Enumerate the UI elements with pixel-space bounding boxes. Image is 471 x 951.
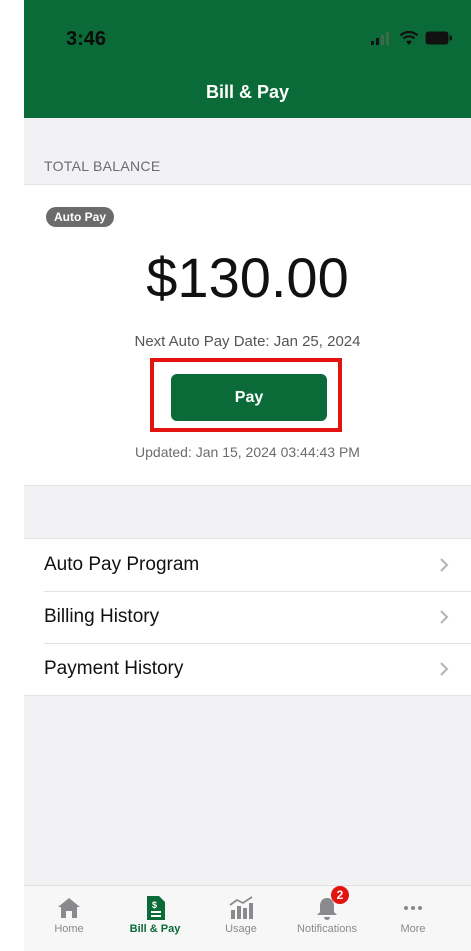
page: 3:46 Bill & Pay TOTAL BALANCE Auto Pay $… <box>0 0 471 951</box>
tab-label: Bill & Pay <box>129 923 181 935</box>
menu-item-label: Payment History <box>44 658 184 679</box>
menu-item-label: Auto Pay Program <box>44 554 200 575</box>
tab-label: Home <box>54 923 84 935</box>
page-title: Bill & Pay <box>205 82 290 102</box>
tab-label: More <box>400 923 426 935</box>
home-icon <box>58 898 80 918</box>
notifications-badge: 2 <box>331 886 349 904</box>
battery-icon <box>425 31 452 45</box>
menu-item-payment-history[interactable]: Payment History <box>24 643 471 695</box>
menu-item-label: Billing History <box>44 606 160 627</box>
menu-item-auto-pay-program[interactable]: Auto Pay Program <box>24 539 471 591</box>
more-icon <box>404 906 422 910</box>
app-header: 3:46 Bill & Pay <box>24 0 471 118</box>
updated-timestamp: Updated: Jan 15, 2024 03:44:43 PM <box>135 444 360 460</box>
status-icons <box>371 30 453 46</box>
tab-label: Notifications <box>297 923 357 935</box>
tab-bar: Home $ Bill & Pay Usage 2 Notifications … <box>24 885 471 951</box>
next-autopay-date: Next Auto Pay Date: Jan 25, 2024 <box>134 333 361 350</box>
svg-text:$: $ <box>152 900 157 910</box>
status-time: 3:46 <box>66 28 107 50</box>
tab-notifications[interactable]: 2 Notifications <box>284 886 370 951</box>
phone-screen: 3:46 Bill & Pay TOTAL BALANCE Auto Pay $… <box>24 0 471 951</box>
tab-home[interactable]: Home <box>26 886 112 951</box>
chevron-right-icon <box>440 662 449 676</box>
total-balance-label: TOTAL BALANCE <box>44 158 161 174</box>
chevron-right-icon <box>440 558 449 572</box>
tab-more[interactable]: More <box>370 886 456 951</box>
menu-item-billing-history[interactable]: Billing History <box>24 591 471 643</box>
bill-icon: $ <box>147 896 165 920</box>
menu-list: Auto Pay Program Billing History Payment… <box>24 538 471 696</box>
chevron-right-icon <box>440 610 449 624</box>
signal-icon <box>371 32 389 45</box>
wifi-icon <box>399 30 419 45</box>
usage-icon <box>229 896 253 919</box>
pay-button[interactable]: Pay <box>171 374 327 421</box>
tab-label: Usage <box>225 923 257 935</box>
autopay-badge: Auto Pay <box>46 207 115 227</box>
tab-usage[interactable]: Usage <box>198 886 284 951</box>
balance-amount: $130.00 <box>146 246 349 309</box>
tab-bill-pay[interactable]: $ Bill & Pay <box>112 886 198 951</box>
